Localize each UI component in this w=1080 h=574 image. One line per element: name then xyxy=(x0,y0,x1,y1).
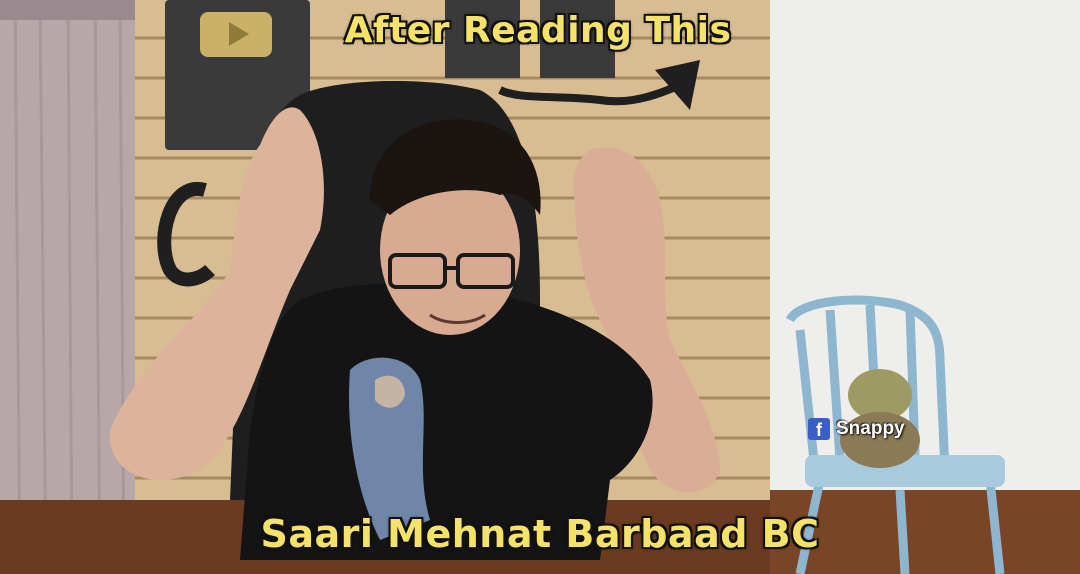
facebook-icon: f xyxy=(808,418,830,440)
caption-top: After Reading This xyxy=(344,10,732,51)
caption-bottom: Saari Mehnat Barbaad BC xyxy=(260,512,820,556)
photo-scene xyxy=(0,0,1080,574)
meme-image: After Reading This Saari Mehnat Barbaad … xyxy=(0,0,1080,574)
watermark: f Snappy xyxy=(808,414,905,444)
watermark-text: Snappy xyxy=(836,418,905,439)
